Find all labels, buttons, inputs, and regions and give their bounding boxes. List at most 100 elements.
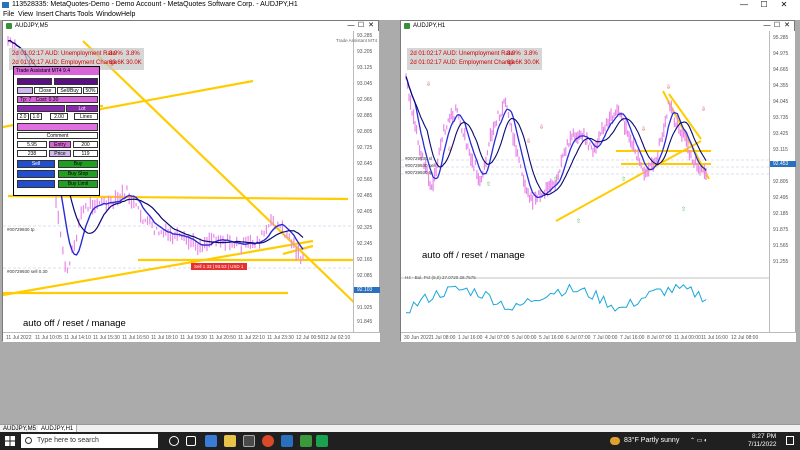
auto-manage-label[interactable]: auto off / reset / manage: [422, 250, 525, 261]
chart-maximize-button[interactable]: ☐: [356, 21, 366, 31]
time-tick: 7 Jul 00:00: [593, 335, 618, 341]
ta-pts-input[interactable]: 238: [17, 150, 47, 157]
time-tick: 11 Jul 16:00: [701, 335, 728, 341]
time-axis: 11 Jul 2022 11 Jul 10:05 11 Jul 14:10 11…: [3, 332, 380, 342]
chart-window-audjpy-h1[interactable]: AUDJPY,H1 — ☐ ✕ ⇩ ⇩ ⇧ ⇩ ⇩ ⇧ ⇧ ⇩ ⇩ ⇧ ⇩ ⇧ 95.285: [400, 20, 796, 342]
ta-bar[interactable]: [54, 78, 98, 85]
price-tick: 92.805: [773, 179, 789, 185]
sell-arrow-icon: ⇩: [666, 84, 671, 91]
task-view-icon[interactable]: [186, 436, 196, 446]
ta-sl-input[interactable]: 5.95: [17, 141, 47, 148]
chart-close-button[interactable]: ✕: [366, 21, 376, 31]
price-tick: 92.085: [357, 273, 373, 279]
mail-icon[interactable]: [281, 435, 293, 447]
time-tick: 11 Jul 20:50: [209, 335, 236, 341]
time-tick: 11 Jul 15:30: [93, 335, 120, 341]
ta-buy-stop-button[interactable]: Buy Stop: [58, 170, 98, 178]
ta-buy-limit-button[interactable]: Buy Limit: [58, 180, 98, 188]
chrome-icon[interactable]: [262, 435, 274, 447]
menu-file[interactable]: File: [3, 10, 14, 20]
indicator-line: [405, 283, 707, 314]
file-explorer-icon[interactable]: [224, 435, 236, 447]
price-tick: 92.165: [357, 257, 373, 263]
app-icon: [2, 2, 9, 8]
chart-title: AUDJPY,M5: [15, 23, 48, 29]
ta-sell-button[interactable]: Sell: [17, 160, 55, 168]
ta-bar[interactable]: [17, 78, 52, 85]
ta-v2-input[interactable]: 1.0: [30, 113, 42, 120]
price-tick: 93.205: [357, 49, 373, 55]
ta-price-button[interactable]: Price: [49, 150, 71, 157]
price-tick: 92.495: [773, 195, 789, 201]
news-text: AUD: Unemployment Rate: [45, 51, 116, 57]
price-tick: 91.875: [773, 227, 789, 233]
menu-charts[interactable]: Charts: [55, 10, 76, 20]
price-axis: 93.285 93.205 93.125 93.045 92.965 92.88…: [353, 31, 380, 332]
time-tick: 11 Jul 16:50: [122, 335, 149, 341]
ta-sellbuy-button[interactable]: Sell/Buy: [57, 87, 82, 94]
ta-sell-limit-button[interactable]: [17, 180, 55, 188]
news-text: AUD: Unemployment Rate: [443, 51, 514, 57]
ta-comment-button[interactable]: Comment: [17, 132, 98, 139]
ta-price-input[interactable]: 119: [73, 150, 98, 157]
ta-buy-button[interactable]: Buy: [58, 160, 98, 168]
system-tray-icons[interactable]: ⌃ ▭ ◐: [690, 437, 708, 444]
taskbar-search[interactable]: Type here to search: [21, 434, 158, 448]
auto-manage-label[interactable]: auto off / reset / manage: [23, 318, 126, 329]
time-tick: 12 Jul 08:00: [731, 335, 759, 341]
buy-arrow-icon: ⇧: [681, 206, 686, 213]
ta-v1-input[interactable]: 2.0: [17, 113, 29, 120]
sell-arrow-icon: ⇩: [426, 81, 431, 88]
trade-assistant-panel[interactable]: Trade Assistant MT4 9.4 Close Sell/Buy 5…: [13, 66, 100, 196]
price-tick: 91.255: [773, 259, 789, 265]
menu-view[interactable]: View: [18, 10, 33, 20]
edge-icon[interactable]: [205, 435, 217, 447]
price-tick: 92.245: [357, 241, 373, 247]
price-tick: 93.045: [357, 81, 373, 87]
time-tick: 11 Jul 14:10: [64, 335, 91, 341]
weather-text[interactable]: 83°F Partly sunny: [624, 437, 679, 444]
terminal-icon[interactable]: [316, 435, 328, 447]
ta-tp-input[interactable]: 200: [73, 141, 98, 148]
ta-v3-input[interactable]: 2.00: [50, 113, 68, 120]
menu-tools[interactable]: Tools: [77, 10, 93, 20]
maximize-button[interactable]: ☐: [755, 0, 773, 10]
ta-comment-field[interactable]: [17, 123, 98, 131]
ta-sell-stop-button[interactable]: [17, 170, 55, 178]
ta-lot-button[interactable]: Lot: [66, 105, 98, 112]
cortana-icon[interactable]: [169, 436, 179, 446]
ta-lines-button[interactable]: Lines: [74, 113, 98, 120]
time-tick: 11 Jul 2022: [6, 335, 32, 341]
ta-pct-button[interactable]: 50%: [83, 87, 98, 94]
menu-window[interactable]: Window: [96, 10, 121, 20]
notification-icon[interactable]: [786, 436, 794, 445]
price-tick: 94.975: [773, 51, 789, 57]
time-axis: 30 Jun 2022 1 Jul 08:00 1 Jul 16:00 4 Ju…: [401, 332, 796, 342]
news-value: 3.8%: [524, 51, 538, 57]
chart-maximize-button[interactable]: ☐: [772, 21, 782, 31]
ta-bar[interactable]: [17, 105, 65, 112]
metatrader-icon[interactable]: [300, 435, 312, 447]
chart-window-audjpy-m5[interactable]: AUDJPY,M5 — ☐ ✕ 93.285 93.205 93.125 93.…: [2, 20, 380, 342]
ta-close-button[interactable]: Close: [34, 87, 56, 94]
menu-insert[interactable]: Insert: [36, 10, 54, 20]
chart-icon: [404, 23, 410, 29]
ta-toggle[interactable]: [17, 87, 33, 94]
clock-date[interactable]: 7/11/2022: [748, 441, 776, 448]
menu-help[interactable]: Help: [121, 10, 135, 20]
store-icon[interactable]: [243, 435, 255, 447]
brand-label: Trade Assistant MT4: [336, 38, 378, 43]
price-chart-h1[interactable]: ⇩ ⇩ ⇧ ⇩ ⇩ ⇧ ⇧ ⇩ ⇩ ⇧ ⇩ ⇧: [401, 31, 769, 332]
windows-start-icon[interactable]: [5, 436, 15, 446]
order-label[interactable]: Sell 1 33 | 93.53 | USD 1: [194, 264, 243, 269]
price-tick: 92.185: [773, 211, 789, 217]
minimize-button[interactable]: —: [735, 0, 753, 10]
chart-minimize-button[interactable]: —: [346, 21, 356, 31]
chart-minimize-button[interactable]: —: [762, 21, 772, 31]
trendlines[interactable]: [555, 90, 711, 222]
chart-close-button[interactable]: ✕: [782, 21, 792, 31]
close-button[interactable]: ✕: [775, 0, 793, 10]
candles: [405, 73, 707, 210]
clock-time[interactable]: 8:27 PM: [752, 433, 776, 440]
level-tag: #00729930 tp: [7, 227, 35, 232]
